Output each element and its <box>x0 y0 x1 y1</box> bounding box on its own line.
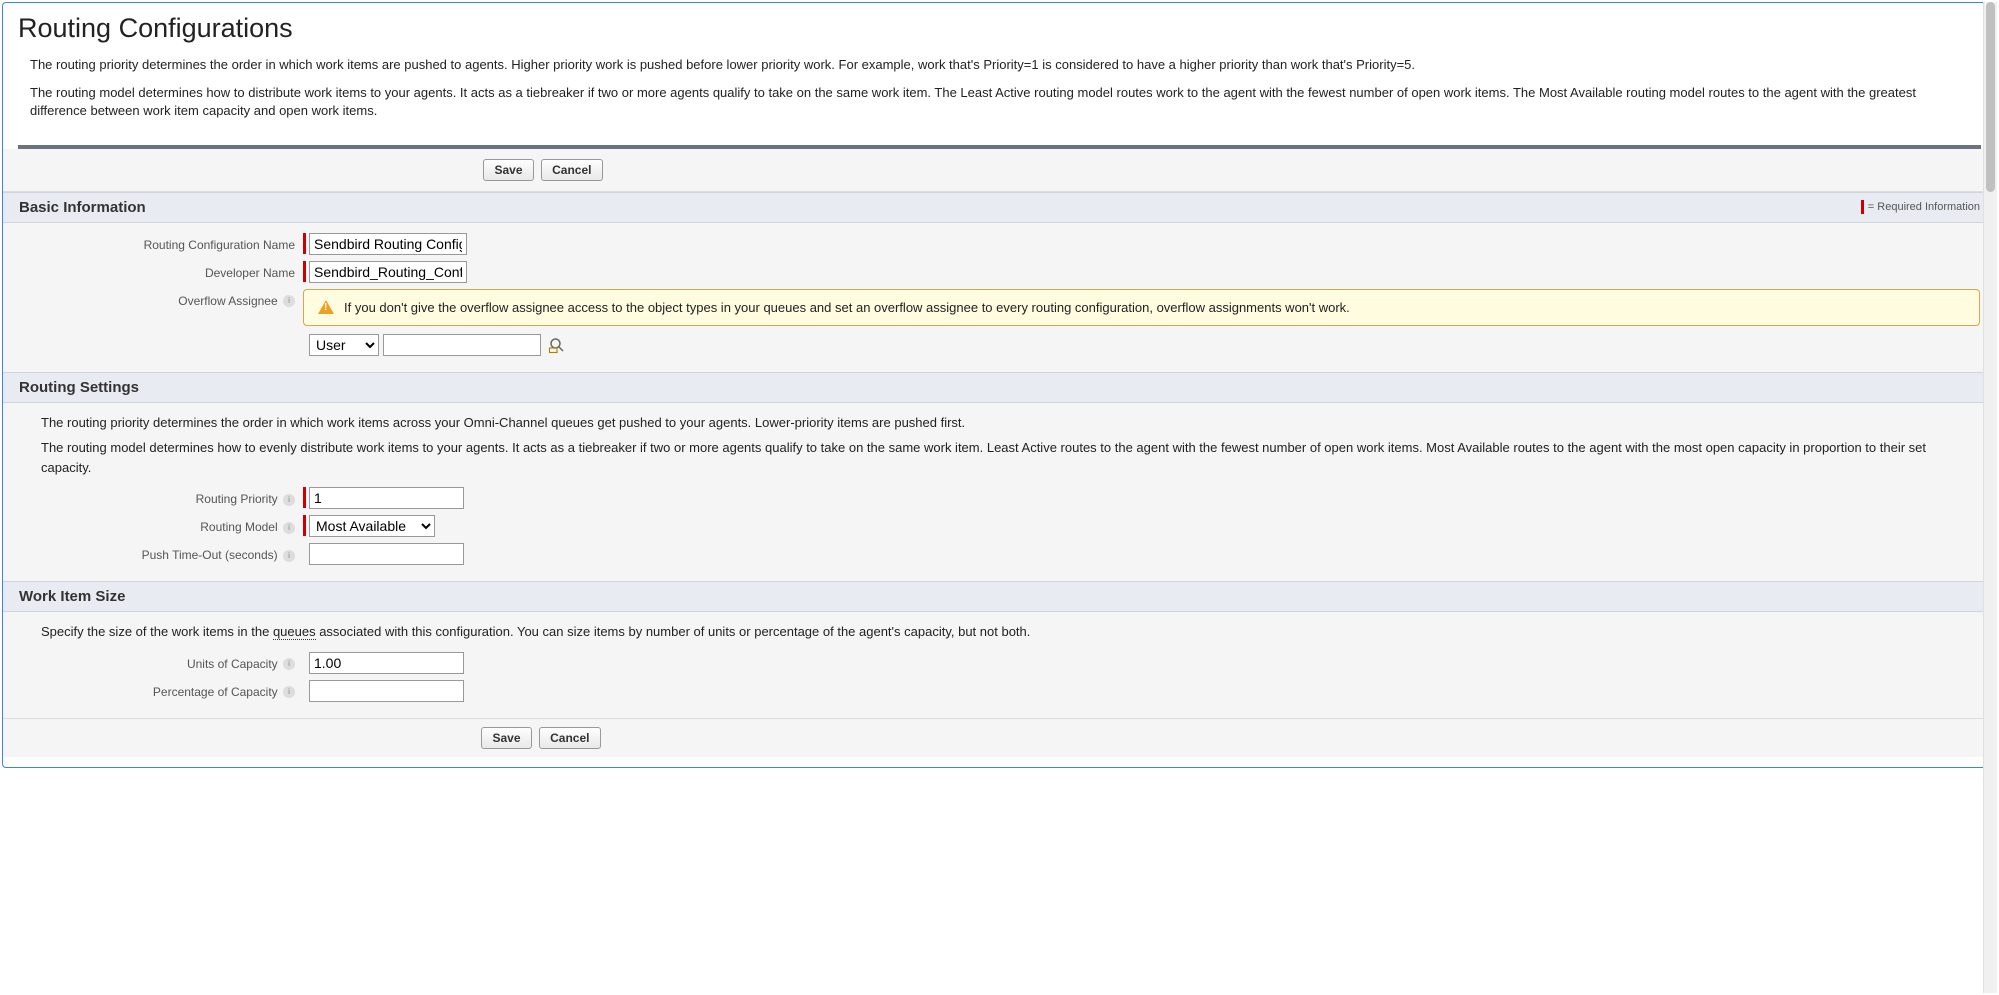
section-title-basic: Basic Information <box>19 199 146 216</box>
section-body-work: Specify the size of the work items in th… <box>3 612 1996 718</box>
help-icon[interactable]: i <box>283 550 295 562</box>
section-header-work: Work Item Size <box>3 581 1996 612</box>
help-icon[interactable]: i <box>283 295 295 307</box>
top-toolbar: Save Cancel <box>3 149 1996 192</box>
intro-text: The routing priority determines the orde… <box>3 56 1996 145</box>
input-routing-config-name[interactable] <box>309 233 467 255</box>
lookup-icon[interactable] <box>547 335 567 355</box>
intro-p1: The routing priority determines the orde… <box>30 56 1969 74</box>
help-icon[interactable]: i <box>283 522 295 534</box>
section-header-routing: Routing Settings <box>3 372 1996 403</box>
input-units-capacity[interactable] <box>309 652 464 674</box>
queues-link[interactable]: queues <box>273 624 316 640</box>
section-title-work: Work Item Size <box>19 588 125 605</box>
label-routing-priority: Routing Priority <box>196 492 278 506</box>
input-pct-capacity[interactable] <box>309 680 464 702</box>
input-routing-priority[interactable] <box>309 487 464 509</box>
scroll-thumb[interactable] <box>1986 2 1995 192</box>
label-push-timeout: Push Time-Out (seconds) <box>142 548 278 562</box>
label-developer-name: Developer Name <box>19 261 303 280</box>
required-note: = Required Information <box>1861 200 1980 214</box>
overflow-warning-text: If you don't give the overflow assignee … <box>344 300 1350 315</box>
overflow-type-select[interactable]: User <box>309 334 379 356</box>
scrollbar[interactable] <box>1983 2 1997 993</box>
warning-icon <box>318 300 334 314</box>
page-title: Routing Configurations <box>3 3 1996 56</box>
required-bar-icon <box>1861 200 1864 214</box>
help-icon[interactable]: i <box>283 494 295 506</box>
intro-p2: The routing model determines how to dist… <box>30 84 1969 120</box>
section-body-routing: The routing priority determines the orde… <box>3 403 1996 582</box>
cancel-button-bottom[interactable]: Cancel <box>539 727 600 749</box>
input-push-timeout[interactable] <box>309 543 464 565</box>
save-button[interactable]: Save <box>483 159 533 181</box>
required-mark <box>303 261 306 282</box>
overflow-warning-box: If you don't give the overflow assignee … <box>303 289 1980 326</box>
input-developer-name[interactable] <box>309 261 467 283</box>
help-icon[interactable]: i <box>283 686 295 698</box>
required-note-text: = Required Information <box>1868 201 1980 213</box>
required-mark <box>303 515 306 536</box>
work-desc: Specify the size of the work items in th… <box>41 622 1958 642</box>
bottom-toolbar: Save Cancel <box>3 718 1996 757</box>
section-body-basic: Routing Configuration Name Developer Nam… <box>3 223 1996 372</box>
section-header-basic: Basic Information = Required Information <box>3 192 1996 223</box>
required-mark <box>303 487 306 508</box>
cancel-button[interactable]: Cancel <box>541 159 602 181</box>
routing-desc-p2: The routing model determines how to even… <box>41 438 1958 477</box>
label-units-capacity: Units of Capacity <box>187 657 278 671</box>
routing-desc-p1: The routing priority determines the orde… <box>41 413 1958 433</box>
help-icon[interactable]: i <box>283 658 295 670</box>
label-routing-config-name: Routing Configuration Name <box>19 233 303 252</box>
label-routing-model: Routing Model <box>200 520 277 534</box>
label-overflow-assignee: Overflow Assignee <box>178 294 277 308</box>
required-mark <box>303 233 306 254</box>
label-pct-capacity: Percentage of Capacity <box>153 685 278 699</box>
section-title-routing: Routing Settings <box>19 379 139 396</box>
overflow-lookup-input[interactable] <box>383 334 541 356</box>
select-routing-model[interactable]: Most Available <box>309 515 435 537</box>
save-button-bottom[interactable]: Save <box>481 727 531 749</box>
